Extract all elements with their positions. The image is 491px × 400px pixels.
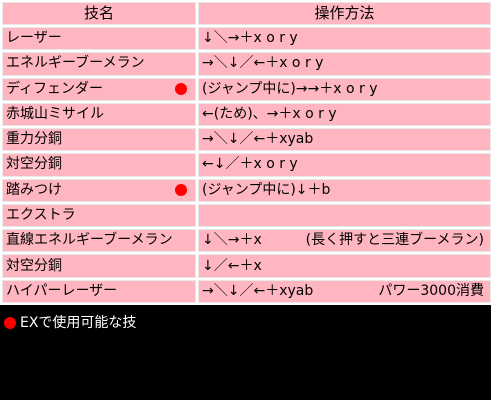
operation-text: →＼↓／←＋x o r y xyxy=(202,55,324,72)
table-header-row: 技名 操作方法 xyxy=(2,2,491,25)
move-name: レーザー xyxy=(6,30,62,47)
ex-marker-icon xyxy=(4,317,16,329)
operation-cell: (ジャンプ中に)→→＋x o r y xyxy=(198,77,491,101)
move-name-cell: エネルギーブーメラン xyxy=(2,52,196,76)
operation-cell: (ジャンプ中に)↓＋b xyxy=(198,178,491,202)
legend-text: EXで使用可能な技 xyxy=(20,315,137,331)
ex-legend: EXで使用可能な技 xyxy=(4,314,136,332)
table-row: エクストラ xyxy=(2,203,491,228)
operation-cell: ↓／←＋x xyxy=(198,254,491,278)
operation-note: (長く押すと三連ブーメラン) xyxy=(305,232,484,249)
moves-table-container: 技名 操作方法 レーザー ↓＼→＋x o r y エネルギーブーメラン →＼↓／… xyxy=(0,0,491,305)
move-name-cell: ディフェンダー xyxy=(2,77,196,101)
operation-text: ←(ため)、→＋x o r y xyxy=(202,105,337,122)
table-row: 重力分銅 →＼↓／←＋xyab xyxy=(2,128,491,152)
operation-cell: →＼↓／←＋xyab xyxy=(198,128,491,152)
operation-text: ↓＼→＋x xyxy=(202,232,262,249)
move-name: 踏みつけ xyxy=(6,181,62,198)
operation-text: →＼↓／←＋xyab xyxy=(202,131,314,148)
move-name-cell: 踏みつけ xyxy=(2,178,196,202)
move-name: 対空分銅 xyxy=(6,257,62,274)
move-name-cell: エクストラ xyxy=(2,203,196,228)
table-row: 踏みつけ (ジャンプ中に)↓＋b xyxy=(2,178,491,202)
operation-cell: ↓＼→＋x o r y xyxy=(198,27,491,51)
move-name-cell: ハイパーレーザー xyxy=(2,279,196,303)
move-name: ハイパーレーザー xyxy=(6,282,118,299)
move-name-cell: 赤城山ミサイル xyxy=(2,102,196,127)
operation-note: パワー3000消費 xyxy=(378,282,484,299)
move-name-cell: 直線エネルギーブーメラン xyxy=(2,229,196,253)
operation-text: (ジャンプ中に)→→＋x o r y xyxy=(202,80,378,97)
table-row: エネルギーブーメラン →＼↓／←＋x o r y xyxy=(2,52,491,76)
table-row: レーザー ↓＼→＋x o r y xyxy=(2,27,491,51)
operation-text: ↓／←＋x xyxy=(202,257,262,274)
table-row: 対空分銅 ↓／←＋x xyxy=(2,254,491,278)
header-operation: 操作方法 xyxy=(198,2,491,25)
move-name: エクストラ xyxy=(6,206,76,223)
moves-table: 技名 操作方法 レーザー ↓＼→＋x o r y エネルギーブーメラン →＼↓／… xyxy=(0,0,491,305)
move-name-cell: 対空分銅 xyxy=(2,153,196,177)
operation-cell xyxy=(198,203,491,228)
operation-cell: ←(ため)、→＋x o r y xyxy=(198,102,491,127)
operation-text: →＼↓／←＋xyab xyxy=(202,282,314,299)
move-name-cell: レーザー xyxy=(2,27,196,51)
header-move-name: 技名 xyxy=(2,2,196,25)
move-name: ディフェンダー xyxy=(6,80,104,97)
move-name: 赤城山ミサイル xyxy=(6,105,104,122)
table-row: ハイパーレーザー →＼↓／←＋xyab パワー3000消費 xyxy=(2,279,491,303)
table-row: ディフェンダー (ジャンプ中に)→→＋x o r y xyxy=(2,77,491,101)
ex-marker-icon xyxy=(175,83,187,96)
table-row: 直線エネルギーブーメラン ↓＼→＋x (長く押すと三連ブーメラン) xyxy=(2,229,491,253)
operation-text: ←↓／＋x o r y xyxy=(202,156,298,173)
move-name-cell: 対空分銅 xyxy=(2,254,196,278)
move-name: エネルギーブーメラン xyxy=(6,55,145,72)
ex-marker-icon xyxy=(175,184,187,197)
table-row: 赤城山ミサイル ←(ため)、→＋x o r y xyxy=(2,102,491,127)
move-name: 直線エネルギーブーメラン xyxy=(6,232,173,249)
move-name: 対空分銅 xyxy=(6,156,62,173)
operation-text: (ジャンプ中に)↓＋b xyxy=(202,181,331,198)
move-name: 重力分銅 xyxy=(6,131,62,148)
operation-cell: ↓＼→＋x (長く押すと三連ブーメラン) xyxy=(198,229,491,253)
operation-cell: →＼↓／←＋x o r y xyxy=(198,52,491,76)
move-name-cell: 重力分銅 xyxy=(2,128,196,152)
table-row: 対空分銅 ←↓／＋x o r y xyxy=(2,153,491,177)
operation-cell: →＼↓／←＋xyab パワー3000消費 xyxy=(198,279,491,303)
operation-text: ↓＼→＋x o r y xyxy=(202,30,298,47)
operation-cell: ←↓／＋x o r y xyxy=(198,153,491,177)
